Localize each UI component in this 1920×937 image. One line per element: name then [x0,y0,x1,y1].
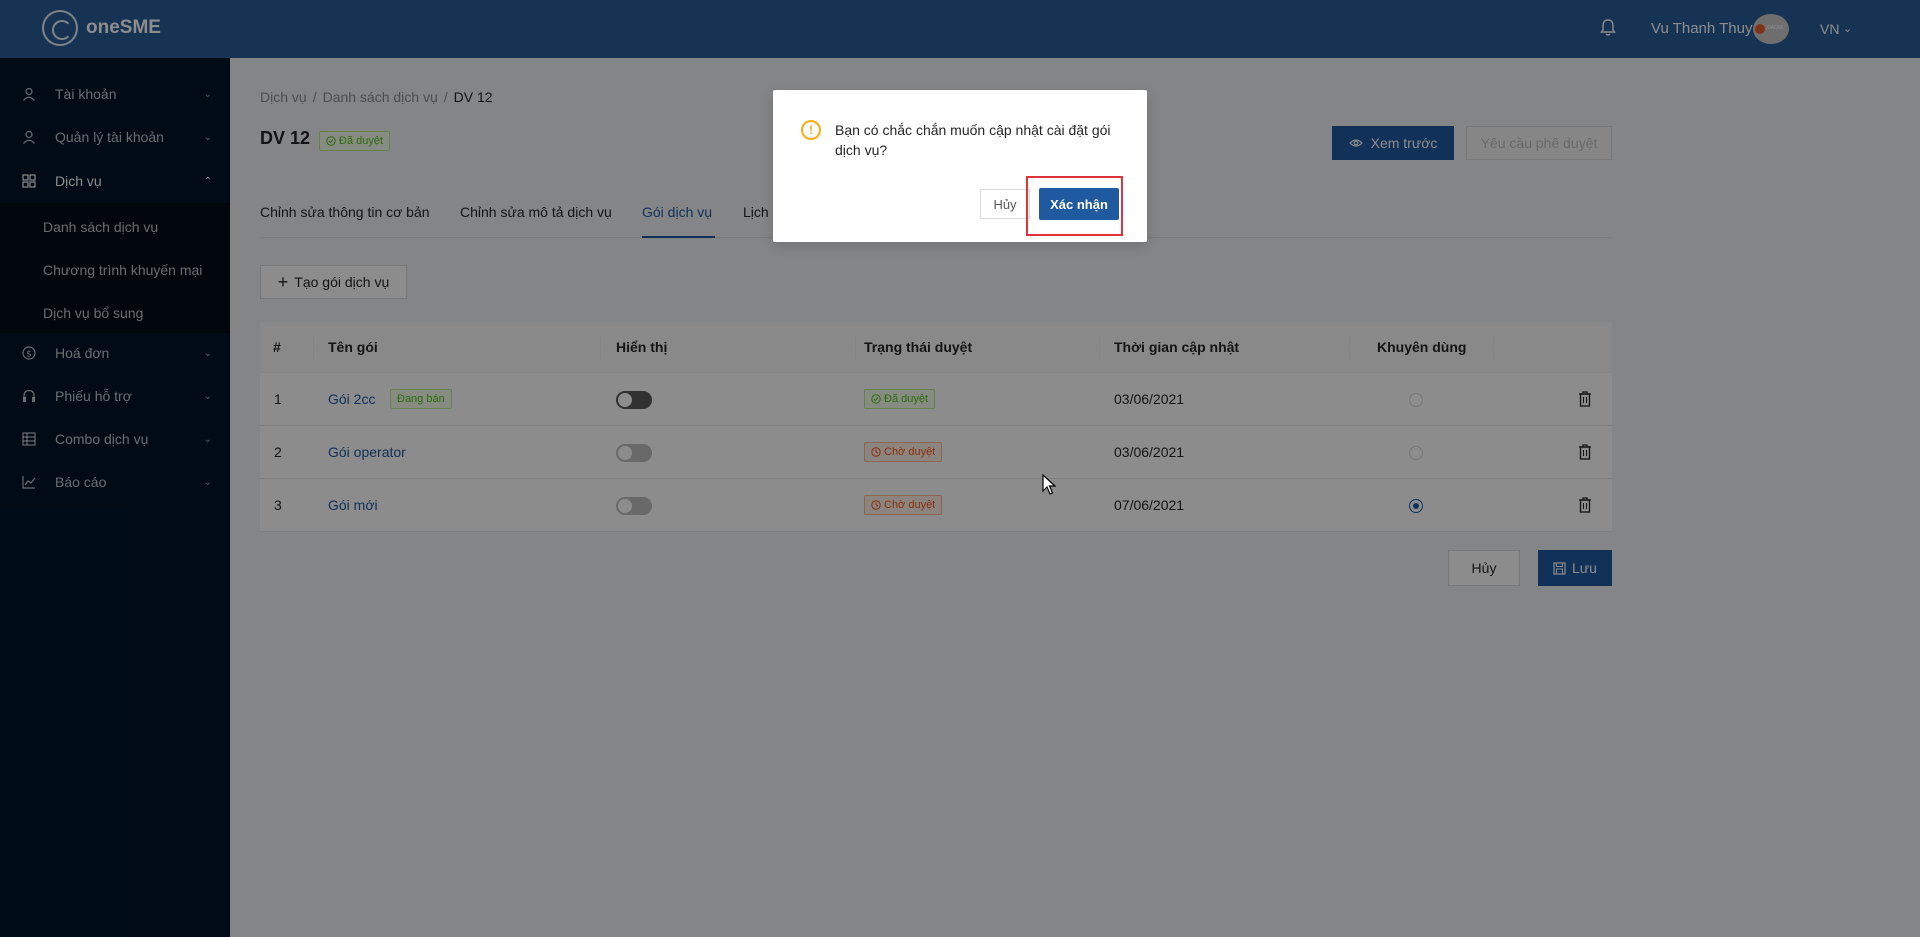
exclamation-circle-icon: ! [801,120,821,140]
highlight-box [1026,176,1123,236]
dialog-message: Bạn có chắc chắn muốn cập nhật cài đặt g… [835,122,1111,158]
dialog-cancel-button[interactable]: Hủy [980,189,1030,219]
mouse-cursor-icon [1042,474,1056,495]
